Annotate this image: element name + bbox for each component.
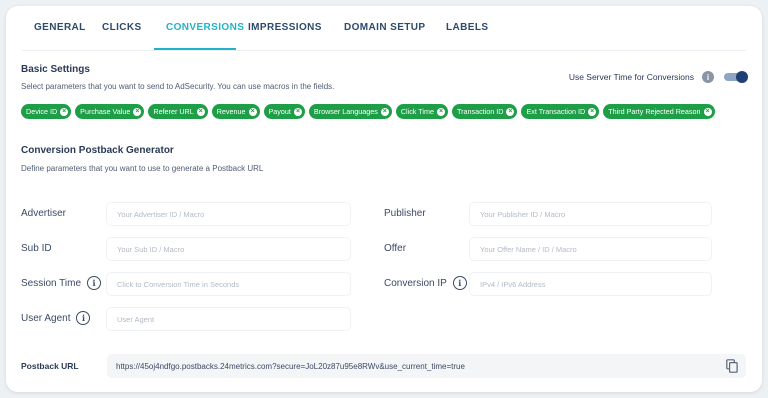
parameter-chips: Device ID × Purchase Value × Referer URL × … (21, 104, 719, 119)
server-time-label: Use Server Time for Conversions (568, 72, 694, 82)
offer-label: Offer (384, 243, 407, 254)
close-circle-icon[interactable]: × (588, 107, 597, 116)
close-circle-icon[interactable]: × (248, 107, 257, 116)
close-circle-icon[interactable]: × (380, 107, 389, 116)
advertiser-label: Advertiser (21, 208, 67, 219)
copy-icon[interactable] (726, 359, 738, 373)
tab-general[interactable]: GENERAL (22, 18, 90, 50)
basic-settings-title: Basic Settings (21, 64, 90, 75)
sub-id-label: Sub ID (21, 243, 52, 254)
info-icon[interactable]: i (702, 71, 714, 83)
postback-url-value: https://45oj4ndfgo.postbacks.24metrics.c… (116, 361, 465, 371)
chip-ext-transaction-id[interactable]: Ext Transaction ID × (521, 104, 600, 119)
generator-title: Conversion Postback Generator (21, 145, 174, 156)
tab-conversions[interactable]: CONVERSIONS (154, 18, 244, 50)
close-circle-icon[interactable]: × (133, 107, 142, 116)
advertiser-input[interactable] (106, 202, 351, 226)
postback-url-field[interactable]: https://45oj4ndfgo.postbacks.24metrics.c… (107, 354, 746, 378)
close-circle-icon[interactable]: × (293, 107, 302, 116)
close-circle-icon[interactable]: × (60, 107, 69, 116)
offer-input[interactable] (469, 237, 712, 261)
chip-revenue[interactable]: Revenue × (211, 104, 260, 119)
conversion-ip-label: Conversion IP i (384, 276, 467, 290)
chip-click-time[interactable]: Click Time × (395, 104, 448, 119)
tab-bar: GENERAL CLICKS CONVERSIONS IMPRESSIONS D… (22, 18, 494, 50)
chip-third-party-rejected-reason[interactable]: Third Party Rejected Reason × (603, 104, 715, 119)
server-time-toggle[interactable] (724, 71, 748, 83)
tab-divider (22, 50, 746, 51)
close-circle-icon[interactable]: × (506, 107, 515, 116)
user-agent-input[interactable] (106, 307, 351, 331)
info-icon[interactable]: i (452, 276, 467, 290)
conversion-ip-input[interactable] (469, 272, 712, 296)
session-time-label: Session Time i (21, 276, 102, 290)
tab-impressions[interactable]: IMPRESSIONS (236, 18, 332, 50)
sub-id-input[interactable] (106, 237, 351, 261)
generator-description: Define parameters that you want to use t… (21, 164, 264, 173)
tab-labels[interactable]: LABELS (434, 18, 494, 50)
chip-payout[interactable]: Payout × (263, 104, 305, 119)
settings-card: GENERAL CLICKS CONVERSIONS IMPRESSIONS D… (6, 6, 762, 392)
info-icon[interactable]: i (76, 311, 91, 325)
chip-device-id[interactable]: Device ID × (21, 104, 72, 119)
info-icon[interactable]: i (87, 276, 102, 290)
basic-settings-description: Select parameters that you want to send … (21, 82, 335, 91)
chip-purchase-value[interactable]: Purchase Value × (75, 104, 145, 119)
close-circle-icon[interactable]: × (703, 107, 712, 116)
server-time-setting: Use Server Time for Conversions i (569, 71, 748, 83)
postback-url-label: Postback URL (21, 361, 79, 371)
user-agent-label: User Agent i (21, 311, 91, 325)
close-circle-icon[interactable]: × (436, 107, 445, 116)
publisher-input[interactable] (469, 202, 712, 226)
publisher-label: Publisher (384, 208, 426, 219)
tab-clicks[interactable]: CLICKS (90, 18, 154, 50)
session-time-input[interactable] (106, 272, 351, 296)
close-circle-icon[interactable]: × (196, 107, 205, 116)
chip-transaction-id[interactable]: Transaction ID × (451, 104, 518, 119)
chip-browser-languages[interactable]: Browser Languages × (308, 104, 392, 119)
chip-referer-url[interactable]: Referer URL × (148, 104, 208, 119)
tab-domain-setup[interactable]: DOMAIN SETUP (332, 18, 434, 50)
